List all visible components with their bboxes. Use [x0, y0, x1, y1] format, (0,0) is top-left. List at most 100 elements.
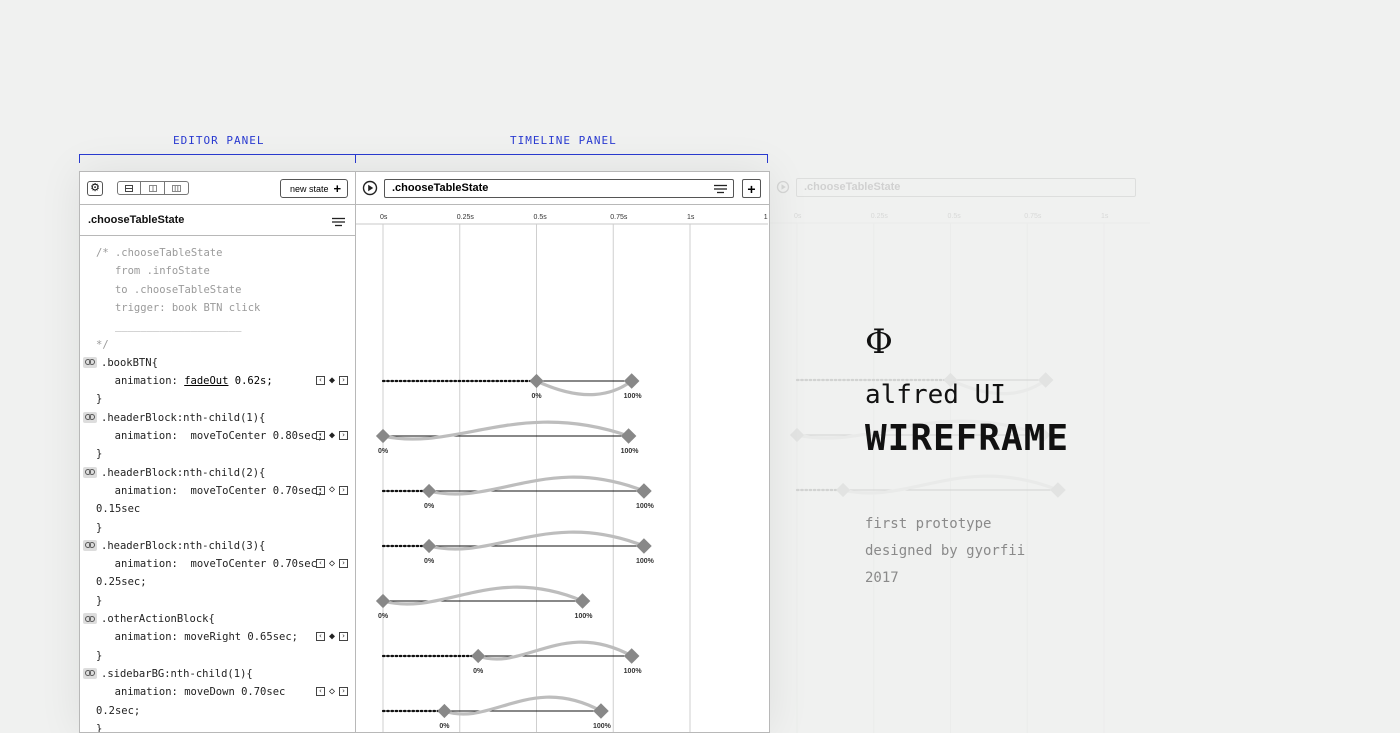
keyframe-diamond-icon[interactable]: ◇: [327, 558, 337, 568]
start-percent-label: 0%: [424, 558, 435, 565]
tick-label: 0s: [380, 214, 388, 221]
link-icon[interactable]: [83, 466, 97, 478]
easing-curve: [476, 640, 634, 661]
view-single-button[interactable]: [117, 181, 141, 195]
prev-keyframe-icon[interactable]: ‹: [316, 632, 325, 642]
animation-declaration[interactable]: animation: moveToCenter 0.70sec;: [102, 484, 324, 498]
link-icon[interactable]: [83, 411, 97, 423]
closing-brace: }: [96, 594, 103, 607]
start-keyframe: [471, 648, 486, 664]
animation-declaration[interactable]: animation: fadeOut 0.62s;: [102, 374, 273, 388]
link-icon[interactable]: [83, 539, 97, 551]
property-name: animation:: [102, 558, 191, 571]
timeline-toolbar: .chooseTableState +: [356, 172, 769, 205]
closing-brace: }: [96, 649, 103, 662]
animation-declaration[interactable]: animation: moveToCenter 0.70sec: [102, 557, 317, 571]
animation-duration: 0.80sec;: [266, 430, 324, 442]
start-keyframe: [421, 538, 437, 554]
animation-declaration[interactable]: animation: moveToCenter 0.80sec;: [102, 429, 324, 443]
closing-brace: }: [96, 521, 103, 534]
tick-label: 0.25s: [871, 213, 889, 220]
prev-keyframe-icon[interactable]: ‹: [316, 687, 325, 697]
start-keyframe: [375, 593, 391, 609]
link-icon[interactable]: [83, 667, 97, 679]
easing-curve: [381, 420, 631, 441]
keyframe-diamond-icon[interactable]: ◆: [327, 375, 337, 385]
css-selector: .bookBTN{: [101, 356, 158, 369]
tick-label: 0s: [794, 213, 802, 220]
next-keyframe-icon[interactable]: ›: [339, 431, 348, 440]
next-keyframe-icon[interactable]: ›: [339, 485, 348, 495]
grid-icon: [172, 184, 181, 192]
end-keyframe: [623, 648, 640, 664]
link-icon[interactable]: [83, 613, 97, 624]
keyframe-diamond-icon[interactable]: ◆: [327, 631, 337, 641]
single-column-icon: [125, 184, 133, 192]
next-keyframe-icon[interactable]: ›: [339, 376, 348, 386]
tick-label: 1.25s: [764, 214, 768, 221]
animation-delay: 0.15sec: [96, 503, 141, 516]
tick-label: 1s: [687, 214, 695, 221]
next-keyframe-icon[interactable]: ›: [339, 632, 348, 642]
comment-line: trigger: book BTN click: [96, 301, 261, 314]
start-keyframe: [375, 428, 391, 444]
animation-delay: 0.2sec;: [96, 704, 141, 717]
view-grid-button[interactable]: [165, 181, 189, 195]
property-name: animation:: [102, 686, 185, 699]
state-selector-input[interactable]: .chooseTableState: [384, 179, 734, 198]
keyframe-controls: ‹ ◆ ›: [316, 375, 348, 386]
next-keyframe-icon[interactable]: ›: [339, 687, 348, 697]
animation-declaration[interactable]: animation: moveDown 0.70sec: [102, 685, 286, 699]
timeline-chart[interactable]: 0s 0.25s 0.5s 0.75s 1s 1.25s 0% 100% 0% 100% 0% 100…: [356, 204, 768, 733]
keyframe-diamond-icon[interactable]: ◇: [327, 485, 337, 495]
animation-duration: 0.62s;: [228, 375, 273, 388]
keyframe-diamond-icon[interactable]: ◇: [327, 686, 337, 696]
comment-line: from .infoState: [96, 265, 210, 278]
animation-duration: 0.65sec;: [241, 631, 298, 644]
keyframe-controls: ‹ ◇ ›: [316, 686, 348, 697]
start-keyframe: [529, 373, 544, 389]
tick-label: 0.5s: [948, 213, 962, 220]
start-keyframe: [835, 482, 851, 498]
meta-line-3: 2017: [865, 570, 899, 586]
keyframe-controls: ‹ ◆ ›: [316, 430, 348, 440]
settings-button[interactable]: ⚙: [87, 181, 103, 196]
prev-keyframe-icon[interactable]: ‹: [316, 376, 325, 386]
state-header: .chooseTableState: [80, 204, 355, 236]
keyframe-diamond-icon[interactable]: ◆: [327, 430, 337, 440]
filter-menu-icon[interactable]: [332, 214, 345, 232]
end-percent-label: 100%: [636, 558, 655, 565]
animation-duration: 0.70sec: [234, 686, 286, 699]
editor-panel-bracket: [79, 154, 356, 163]
link-icon[interactable]: [83, 356, 97, 368]
property-name: animation:: [102, 631, 185, 644]
easing-curve: [381, 585, 585, 606]
new-state-button[interactable]: new state +: [280, 179, 348, 198]
meta-line-2: designed by gyorfii: [865, 543, 1026, 559]
closing-brace: }: [96, 393, 103, 406]
animation-name: moveToCenter: [190, 558, 267, 571]
property-name: animation:: [102, 375, 185, 388]
animation-delay: 0.25sec;: [96, 576, 147, 589]
end-keyframe: [636, 483, 652, 499]
easing-curve: [841, 474, 1060, 495]
prev-keyframe-icon[interactable]: ‹: [316, 559, 325, 569]
double-column-icon: [148, 184, 157, 192]
brand-name: alfred UI: [865, 380, 1006, 410]
easing-curve: [442, 695, 603, 716]
end-percent-label: 100%: [636, 503, 655, 510]
play-button[interactable]: [362, 180, 378, 201]
view-double-button[interactable]: [141, 181, 165, 195]
add-track-button[interactable]: +: [742, 179, 761, 198]
comment-line: /* .chooseTableState: [96, 247, 223, 259]
ghost-state-input: .chooseTableState: [796, 178, 1136, 197]
property-name: animation:: [102, 484, 191, 497]
animation-declaration[interactable]: animation: moveRight 0.65sec;: [102, 630, 298, 644]
animation-duration: 0.70sec: [266, 558, 317, 571]
next-keyframe-icon[interactable]: ›: [339, 559, 348, 569]
play-icon: [362, 180, 378, 196]
prev-keyframe-icon[interactable]: ‹: [316, 485, 325, 495]
start-percent-label: 0%: [473, 668, 484, 675]
code-editor[interactable]: /* .chooseTableState from .infoState to …: [80, 235, 355, 732]
prev-keyframe-icon[interactable]: ‹: [316, 431, 325, 440]
